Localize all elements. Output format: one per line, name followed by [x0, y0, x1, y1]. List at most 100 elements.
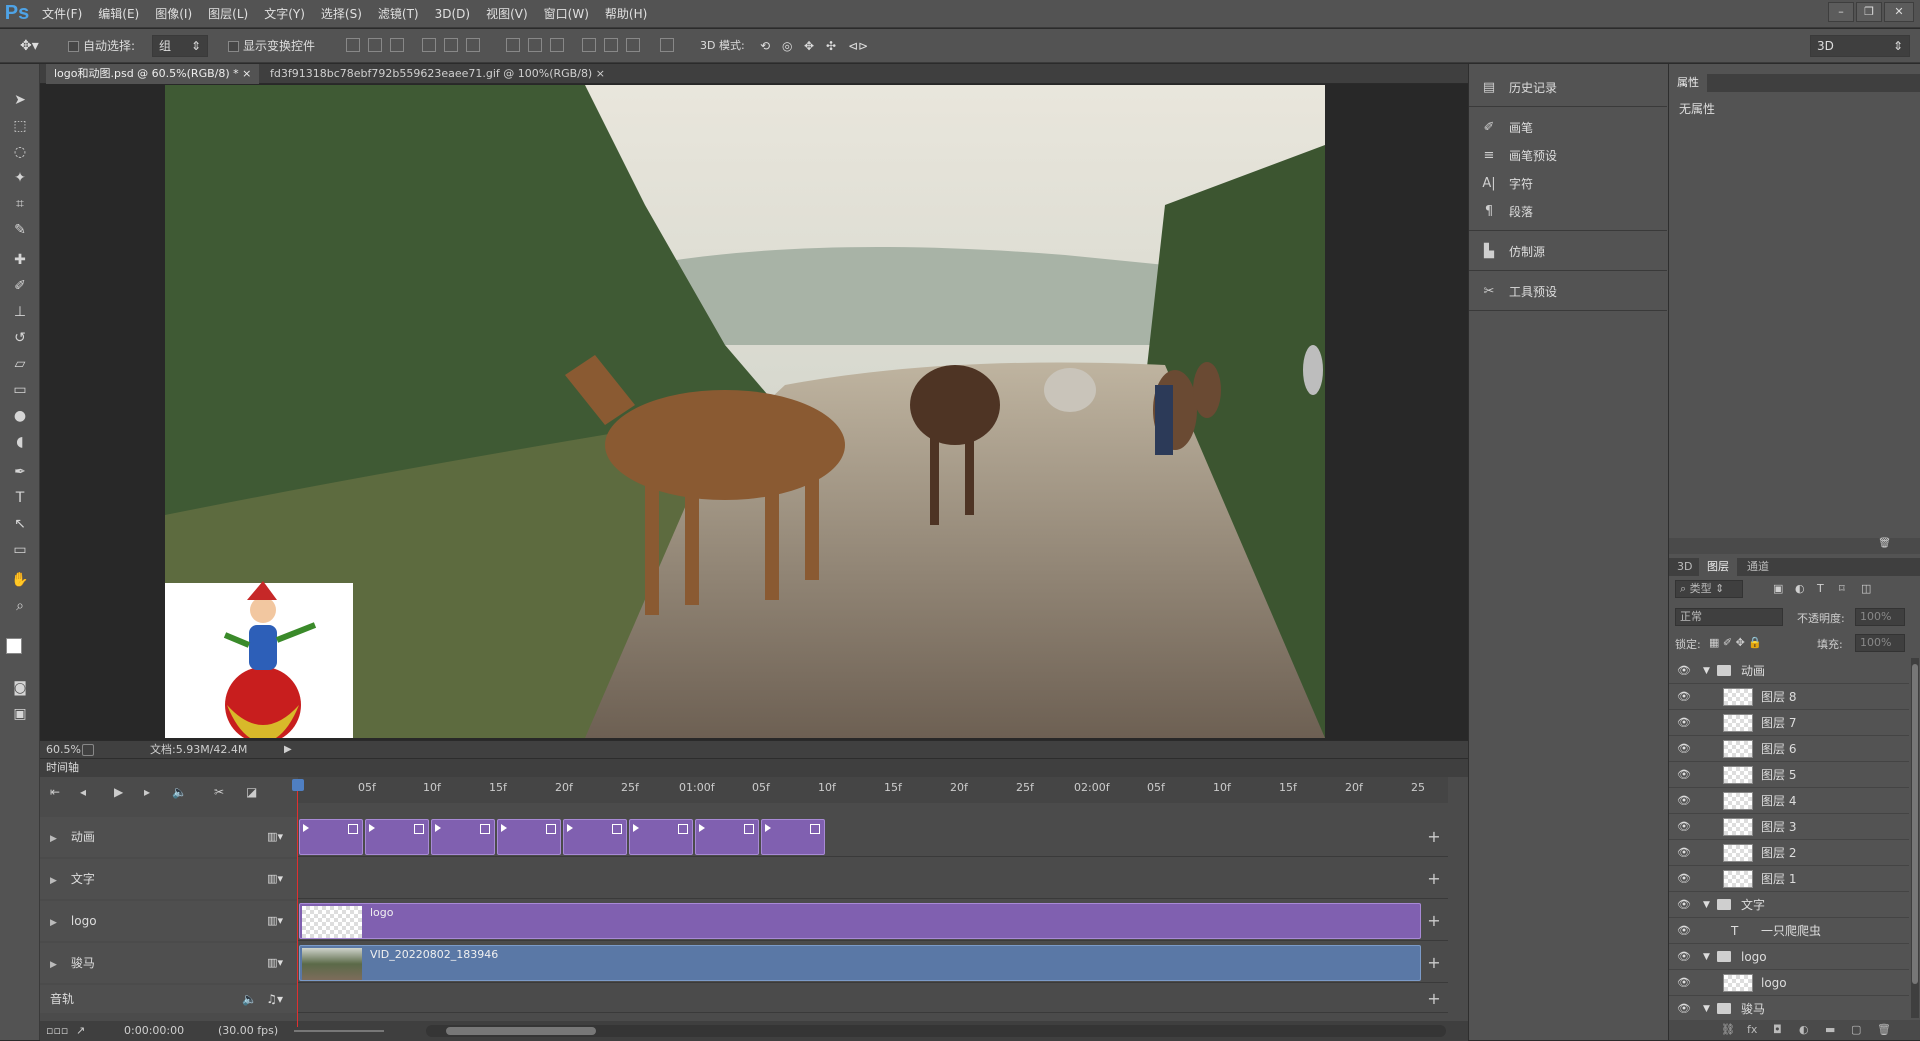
- layer-item[interactable]: 👁 图层 8: [1669, 684, 1909, 710]
- layer-item[interactable]: 👁 图层 3: [1669, 814, 1909, 840]
- track-menu-icon[interactable]: ▥▾: [267, 943, 283, 983]
- paragraph-panel-button[interactable]: ¶ 段落: [1469, 198, 1667, 226]
- eye-icon[interactable]: 👁: [1677, 710, 1693, 736]
- show-transform-checkbox[interactable]: 显示变换控件: [228, 36, 315, 56]
- lasso-tool-icon[interactable]: ◌: [9, 142, 31, 162]
- lock-icons[interactable]: ▦ ✐ ✥ 🔒: [1709, 636, 1762, 649]
- animation-frame-clip[interactable]: [761, 819, 825, 855]
- align-right-icon[interactable]: [466, 38, 480, 52]
- text-layer-item[interactable]: 👁 T 一只爬爬虫: [1669, 918, 1909, 944]
- expand-arrow-icon[interactable]: ▼: [1703, 892, 1710, 918]
- mask-icon[interactable]: ◘: [1773, 1020, 1782, 1040]
- scrollbar-thumb[interactable]: [446, 1027, 596, 1035]
- 3d-scale-icon[interactable]: ⊲⊳: [848, 36, 868, 56]
- logo-clip[interactable]: logo: [299, 903, 1421, 939]
- eye-icon[interactable]: 👁: [1677, 866, 1693, 892]
- transition-icon[interactable]: ◪: [246, 785, 257, 799]
- layer-item[interactable]: 👁 图层 7: [1669, 710, 1909, 736]
- delete-layer-icon[interactable]: 🗑: [1877, 1020, 1891, 1040]
- align-vcenter-icon[interactable]: [368, 38, 382, 52]
- move-tool-icon[interactable]: ✥▾: [20, 36, 39, 56]
- filter-adjust-icon[interactable]: ◐: [1795, 582, 1805, 595]
- history-panel-button[interactable]: ▤ 历史记录: [1469, 74, 1667, 102]
- time-ruler[interactable]: [298, 777, 1448, 803]
- auto-align-icon[interactable]: [660, 38, 674, 52]
- eye-icon[interactable]: 👁: [1677, 918, 1693, 944]
- blur-tool-icon[interactable]: ●: [9, 406, 31, 426]
- track-menu-icon[interactable]: ▥▾: [267, 901, 283, 941]
- add-media-button[interactable]: +: [1420, 817, 1448, 857]
- split-clip-icon[interactable]: ✂: [214, 785, 224, 799]
- hand-tool-icon[interactable]: ✋: [9, 570, 31, 590]
- tab-layers[interactable]: 图层: [1699, 558, 1737, 576]
- menu-edit[interactable]: 编辑(E): [90, 0, 147, 28]
- convert-frame-icon[interactable]: ▫▫▫: [46, 1021, 68, 1041]
- distribute-vcenter-icon[interactable]: [528, 38, 542, 52]
- align-left-icon[interactable]: [422, 38, 436, 52]
- video-clip[interactable]: VID_20220802_183946: [299, 945, 1421, 981]
- eye-icon[interactable]: 👁: [1677, 996, 1693, 1018]
- track-label[interactable]: 音轨 🔈 ♫▾: [40, 985, 298, 1013]
- new-layer-icon[interactable]: ▢: [1851, 1020, 1861, 1040]
- layer-item[interactable]: 👁 图层 4: [1669, 788, 1909, 814]
- magic-wand-icon[interactable]: ✦: [9, 168, 31, 188]
- minimize-button[interactable]: –: [1828, 2, 1854, 22]
- audio-toggle-icon[interactable]: 🔈: [172, 785, 187, 799]
- tab-logo-psd[interactable]: logo和动图.psd @ 60.5%(RGB/8) * ×: [46, 64, 260, 84]
- expand-arrow-icon[interactable]: ▶: [50, 945, 57, 985]
- eye-icon[interactable]: 👁: [1677, 788, 1693, 814]
- layer-filter-dropdown[interactable]: ⌕ 类型 ⇕: [1675, 580, 1743, 598]
- track-label[interactable]: ▶ 动画 ▥▾: [40, 817, 298, 857]
- adjustment-icon[interactable]: ◐: [1799, 1020, 1809, 1040]
- animation-frame-clip[interactable]: [497, 819, 561, 855]
- add-audio-button[interactable]: +: [1420, 985, 1448, 1013]
- menu-3d[interactable]: 3D(D): [427, 0, 478, 28]
- brush-tool-icon[interactable]: ✐: [9, 276, 31, 296]
- tab-properties[interactable]: 属性: [1669, 74, 1707, 92]
- tab-gif[interactable]: fd3f91318bc78ebf792b559623eaee71.gif @ 1…: [262, 64, 613, 84]
- filter-shape-icon[interactable]: ⌑: [1839, 582, 1845, 595]
- zoom-tool-icon[interactable]: ⌕: [9, 596, 31, 616]
- distribute-left-icon[interactable]: [582, 38, 596, 52]
- eye-icon[interactable]: 👁: [1677, 684, 1693, 710]
- menu-select[interactable]: 选择(S): [313, 0, 370, 28]
- horizontal-scrollbar[interactable]: [426, 1025, 1446, 1037]
- 3d-rotate-icon[interactable]: ⟲: [760, 36, 770, 56]
- brush-panel-button[interactable]: ✐ 画笔: [1469, 114, 1667, 142]
- move-tool-icon[interactable]: ➤: [9, 90, 31, 110]
- shape-tool-icon[interactable]: ▭: [9, 540, 31, 560]
- expand-arrow-icon[interactable]: ▶: [50, 861, 57, 901]
- animation-frame-clip[interactable]: [629, 819, 693, 855]
- character-panel-button[interactable]: A| 字符: [1469, 170, 1667, 198]
- eye-icon[interactable]: 👁: [1677, 762, 1693, 788]
- eye-icon[interactable]: 👁: [1677, 892, 1693, 918]
- expand-arrow-icon[interactable]: ▶: [50, 819, 57, 859]
- track-menu-icon[interactable]: ▥▾: [267, 859, 283, 899]
- marquee-tool-icon[interactable]: ⬚: [9, 116, 31, 136]
- prev-frame-icon[interactable]: ◂: [80, 785, 86, 799]
- next-frame-icon[interactable]: ▸: [144, 785, 150, 799]
- add-media-button[interactable]: +: [1420, 943, 1448, 983]
- restore-button[interactable]: ❐: [1856, 2, 1882, 22]
- scrollbar-thumb[interactable]: [1912, 664, 1918, 984]
- first-frame-icon[interactable]: ⇤: [50, 785, 60, 799]
- tab-channels[interactable]: 通道: [1739, 558, 1777, 576]
- new-group-icon[interactable]: ▬: [1825, 1020, 1835, 1040]
- layer-item[interactable]: 👁 logo: [1669, 970, 1909, 996]
- track-label[interactable]: ▶ 文字 ▥▾: [40, 859, 298, 899]
- add-media-button[interactable]: +: [1420, 859, 1448, 899]
- quick-mask-icon[interactable]: ◙: [9, 678, 31, 698]
- auto-select-checkbox[interactable]: 自动选择:: [68, 36, 135, 56]
- layer-item[interactable]: 👁 图层 1: [1669, 866, 1909, 892]
- menu-window[interactable]: 窗口(W): [536, 0, 597, 28]
- screen-mode-icon[interactable]: ▣: [9, 704, 31, 724]
- eye-icon[interactable]: 👁: [1677, 840, 1693, 866]
- brush-presets-button[interactable]: ≡ 画笔预设: [1469, 142, 1667, 170]
- menu-file[interactable]: 文件(F): [34, 0, 90, 28]
- dodge-tool-icon[interactable]: ◖: [9, 432, 31, 452]
- eye-icon[interactable]: 👁: [1677, 970, 1693, 996]
- 3d-roll-icon[interactable]: ◎: [782, 36, 792, 56]
- close-icon[interactable]: ×: [242, 67, 251, 80]
- align-bottom-icon[interactable]: [390, 38, 404, 52]
- menu-filter[interactable]: 滤镜(T): [370, 0, 427, 28]
